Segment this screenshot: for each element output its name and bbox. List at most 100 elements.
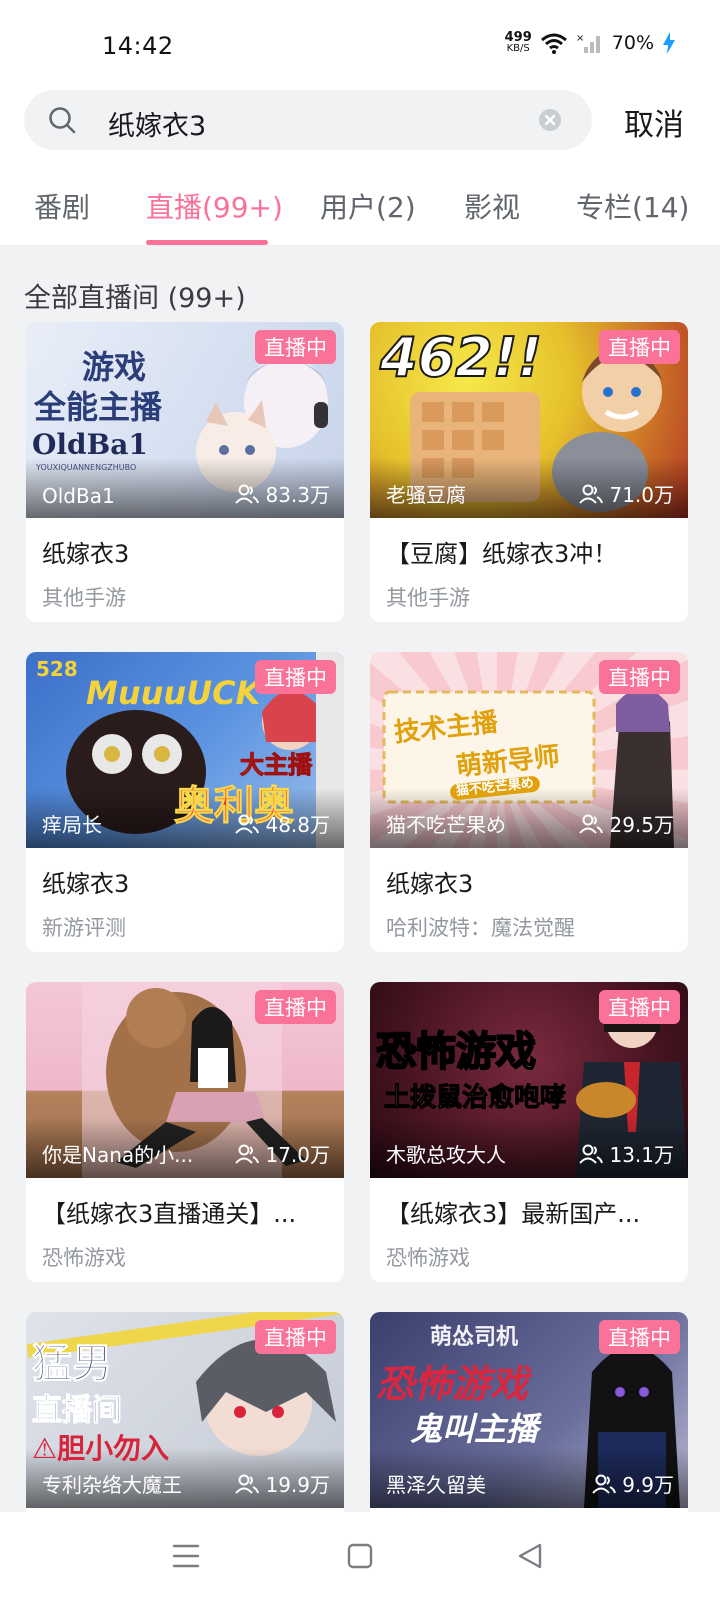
thumb-caption: 萌怂司机 (430, 1325, 519, 1350)
thumb-caption: 鬼叫主播 (410, 1410, 539, 1448)
thumb-caption: 528 (36, 657, 78, 681)
thumb-caption: 恐怖游戏 (376, 1362, 529, 1406)
room-category: 其他手游 (386, 586, 470, 610)
viewer-count-value: 13.1万 (609, 1143, 674, 1167)
live-badge: 直播中 (255, 330, 336, 364)
live-room-card[interactable]: 恐怖游戏 土拨鼠治愈咆哮 直播中 木歌总攻大人 13.1万 【纸嫁衣3】最新国产… (370, 982, 688, 1282)
tab-bangumi[interactable]: 番剧 (34, 186, 90, 226)
back-icon[interactable] (516, 1542, 544, 1570)
search-results-page: 14:42 499 KB/S × 70% 纸嫁衣3 取消 番剧 直播(99+) … (0, 0, 720, 1600)
thumb-caption: YOUXIQUANNENGZHUBO (36, 463, 137, 472)
viewer-count-value: 19.9万 (265, 1473, 330, 1497)
network-speed-value: 499 (504, 30, 532, 45)
live-thumbnail: 恐怖游戏 土拨鼠治愈咆哮 直播中 木歌总攻大人 13.1万 (370, 982, 688, 1178)
viewer-count: 19.9万 (235, 1469, 330, 1498)
live-room-card[interactable]: 直播中 你是Nana的小... 17.0万 【纸嫁衣3直播通关】... 恐怖游戏 (26, 982, 344, 1282)
viewer-count: 71.0万 (579, 479, 674, 508)
live-badge: 直播中 (599, 1320, 680, 1354)
thumb-caption: 大主播 (240, 751, 313, 779)
viewer-count-value: 48.8万 (265, 813, 330, 837)
room-title: 【纸嫁衣3直播通关】... (42, 1200, 297, 1228)
tab-film[interactable]: 影视 (464, 186, 520, 226)
live-thumbnail: 直播中 你是Nana的小... 17.0万 (26, 982, 344, 1178)
anchor-name: 猫不吃芒果め (386, 813, 506, 837)
live-room-card[interactable]: 462!! 直播中 老骚豆腐 71.0万 【豆腐】纸嫁衣3冲！ 其他手游 (370, 322, 688, 622)
room-category: 恐怖游戏 (386, 1246, 470, 1270)
viewers-icon (235, 1144, 260, 1164)
viewer-count: 9.9万 (592, 1469, 674, 1498)
anchor-name: OldBa1 (42, 484, 115, 508)
thumb-caption: 直播间 (32, 1393, 123, 1428)
room-category: 恐怖游戏 (42, 1246, 126, 1270)
viewer-count-value: 29.5万 (609, 813, 674, 837)
live-badge: 直播中 (599, 990, 680, 1024)
system-nav-bar (0, 1512, 720, 1600)
live-badge: 直播中 (255, 660, 336, 694)
search-bar: 纸嫁衣3 取消 (0, 84, 720, 168)
live-thumbnail: 技术主播 萌新导师 猫不吃芒果め 直播中 猫不吃芒果め 29.5万 (370, 652, 688, 848)
viewers-icon (579, 1144, 604, 1164)
live-thumbnail: 游戏 全能主播 OldBa1 YOUXIQUANNENGZHUBO 直播中 Ol… (26, 322, 344, 518)
svg-text:×: × (576, 33, 584, 44)
thumb-caption: 全能主播 (34, 388, 163, 426)
live-thumbnail: 528 MuuuUCK 大主播 奥利奥 直播中 痒局长 48.8万 (26, 652, 344, 848)
anchor-name: 木歌总攻大人 (386, 1143, 506, 1167)
cancel-button[interactable]: 取消 (624, 100, 684, 144)
live-thumbnail: 萌怂司机 恐怖游戏 鬼叫主播 直播中 黑泽久留美 9.9万 (370, 1312, 688, 1508)
anchor-name: 黑泽久留美 (386, 1473, 486, 1497)
charging-icon (663, 32, 675, 54)
viewers-icon (592, 1474, 617, 1494)
tab-users[interactable]: 用户(2) (320, 186, 416, 226)
live-thumbnail: 猛男 直播间 ⚠胆小勿入 直播中 专利杂络大魔王 19.9万 (26, 1312, 344, 1508)
room-category: 哈利波特：魔法觉醒 (386, 916, 575, 940)
thumb-caption: 游戏 (82, 348, 147, 386)
search-icon (49, 107, 76, 134)
viewers-icon (579, 814, 604, 834)
room-title: 【纸嫁衣3】最新国产... (386, 1200, 641, 1228)
status-bar: 14:42 499 KB/S × 70% (0, 0, 720, 84)
viewer-count-value: 83.3万 (265, 483, 330, 507)
viewer-count: 83.3万 (235, 479, 330, 508)
signal-icon: × (576, 33, 600, 53)
search-query: 纸嫁衣3 (108, 111, 207, 142)
thumb-caption: ⚠胆小勿入 (32, 1432, 170, 1465)
wifi-icon (540, 33, 567, 54)
live-room-card[interactable]: 游戏 全能主播 OldBa1 YOUXIQUANNENGZHUBO 直播中 Ol… (26, 322, 344, 622)
viewer-count: 29.5万 (579, 809, 674, 838)
anchor-name: 专利杂络大魔王 (42, 1473, 182, 1497)
live-room-card[interactable]: 技术主播 萌新导师 猫不吃芒果め 直播中 猫不吃芒果め 29.5万 纸嫁衣3 哈… (370, 652, 688, 952)
status-icons: 499 KB/S × 70% (504, 30, 676, 54)
viewer-count: 17.0万 (235, 1139, 330, 1168)
viewers-icon (579, 484, 604, 504)
thumb-caption: MuuuUCK (86, 674, 261, 712)
room-category: 新游评测 (42, 916, 126, 940)
battery-level: 70% (611, 32, 654, 54)
viewer-count-value: 17.0万 (265, 1143, 330, 1167)
live-badge: 直播中 (255, 990, 336, 1024)
clear-icon[interactable] (538, 108, 562, 132)
live-badge: 直播中 (599, 330, 680, 364)
home-icon[interactable] (346, 1542, 374, 1570)
anchor-name: 你是Nana的小... (42, 1143, 194, 1167)
viewer-count-value: 9.9万 (622, 1473, 674, 1497)
anchor-name: 老骚豆腐 (386, 483, 466, 507)
tab-live[interactable]: 直播(99+) (146, 186, 283, 226)
thumb-caption: 猛男 (32, 1341, 113, 1387)
room-title: 纸嫁衣3 (42, 540, 130, 568)
tab-articles[interactable]: 专栏(14) (576, 186, 689, 226)
status-time: 14:42 (102, 32, 174, 60)
section-title: 全部直播间 (99+) (24, 283, 246, 314)
anchor-name: 痒局长 (42, 813, 102, 837)
viewers-icon (235, 484, 260, 504)
live-room-card[interactable]: 528 MuuuUCK 大主播 奥利奥 直播中 痒局长 48.8万 纸嫁衣3 新… (26, 652, 344, 952)
tab-active-indicator (146, 240, 268, 245)
search-input[interactable]: 纸嫁衣3 (24, 90, 592, 150)
thumb-caption: 土拨鼠治愈咆哮 (383, 1083, 567, 1113)
viewer-count-value: 71.0万 (609, 483, 674, 507)
menu-icon[interactable] (172, 1542, 200, 1570)
viewer-count: 48.8万 (235, 809, 330, 838)
room-title: 纸嫁衣3 (386, 870, 474, 898)
network-speed-unit: KB/S (506, 43, 530, 54)
viewers-icon (235, 814, 260, 834)
network-speed: 499 KB/S (504, 30, 532, 54)
